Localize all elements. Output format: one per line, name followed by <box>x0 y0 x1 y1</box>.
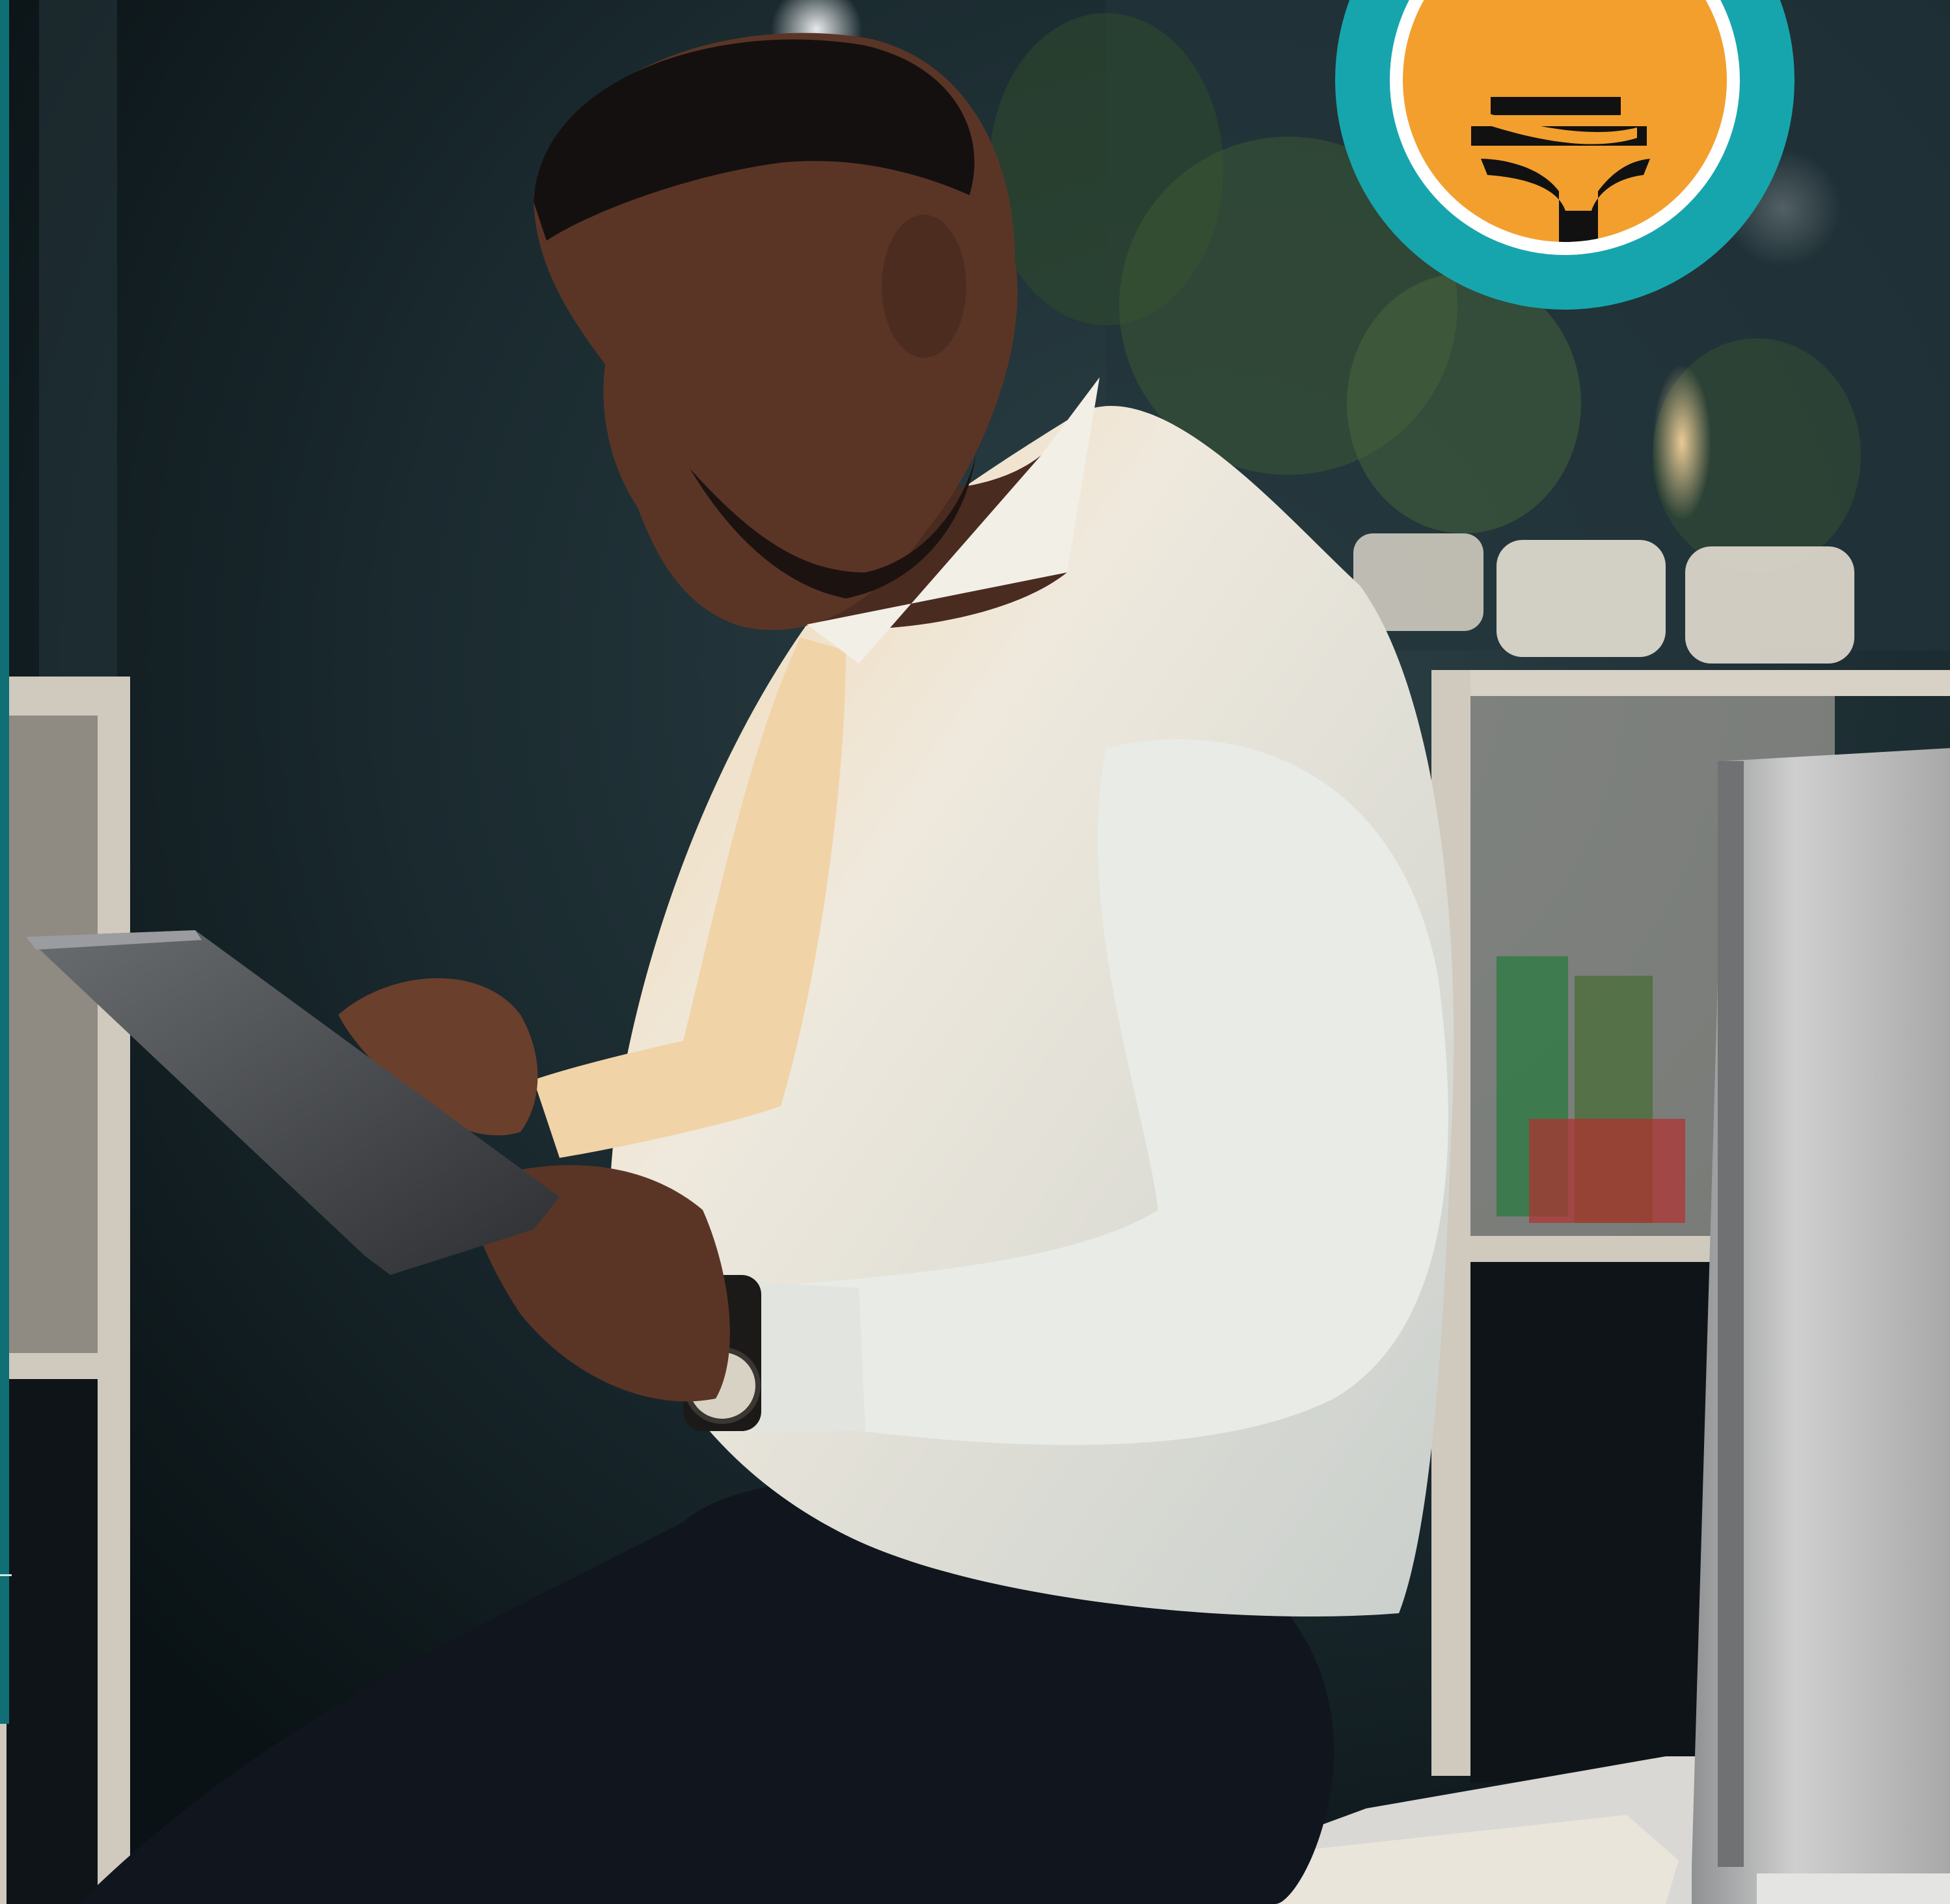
warm-lamp-glow <box>1653 364 1711 520</box>
shelf-unit <box>1431 670 1950 696</box>
keyboard <box>1757 1873 1950 1904</box>
bridge-logo-icon <box>1471 97 1650 242</box>
shelf-items <box>1529 1119 1685 1223</box>
photo-scene <box>0 0 1950 1904</box>
logo-arch <box>1481 159 1650 242</box>
brand-edge-stripe <box>0 0 9 1724</box>
left-shelf-back <box>7 716 98 1353</box>
left-shelf-back <box>7 1379 98 1904</box>
plant-blur <box>1347 273 1581 533</box>
planter <box>1496 540 1666 657</box>
monitor-edge <box>1718 761 1744 1867</box>
brand-edge-notch <box>0 1574 12 1576</box>
planter <box>1685 546 1854 664</box>
ear <box>882 215 966 358</box>
shirt-cuff <box>748 1281 865 1431</box>
brand-logo-disc <box>1403 0 1727 242</box>
glass-partition <box>39 0 117 716</box>
logo-bar-top <box>1491 97 1621 115</box>
brand-logo-ring <box>1390 0 1740 255</box>
